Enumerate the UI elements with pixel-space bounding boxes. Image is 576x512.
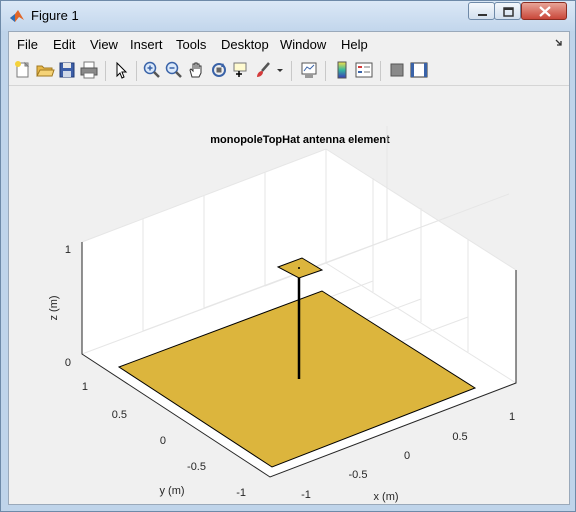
- zoom-in-icon[interactable]: [142, 60, 162, 80]
- figure-window: Figure 1 File Edit View Insert Tools Des…: [0, 0, 576, 512]
- menu-bar: File Edit View Insert Tools Desktop Wind…: [9, 32, 569, 56]
- menu-edit[interactable]: Edit: [53, 37, 75, 52]
- menu-file[interactable]: File: [17, 37, 38, 52]
- toolbar-separator: [380, 61, 381, 81]
- x-tick-label: -1: [301, 489, 311, 501]
- link-plot-icon[interactable]: [299, 60, 319, 80]
- maximize-icon: [503, 7, 514, 17]
- brush-icon[interactable]: [254, 60, 274, 80]
- legend-icon[interactable]: [354, 60, 374, 80]
- figure-client-area: File Edit View Insert Tools Desktop Wind…: [8, 31, 570, 505]
- x-tick-label: -0.5: [349, 469, 368, 481]
- hide-plot-tools-icon[interactable]: [387, 60, 407, 80]
- z-tick-label: 1: [65, 244, 71, 256]
- x-tick-label: 0.5: [452, 431, 467, 443]
- pan-icon[interactable]: [186, 60, 206, 80]
- close-button[interactable]: [521, 2, 567, 20]
- print-icon[interactable]: [79, 60, 99, 80]
- maximize-button[interactable]: [494, 2, 521, 20]
- x-axis-label: x (m): [373, 491, 398, 503]
- close-icon: [539, 6, 551, 17]
- menu-tools[interactable]: Tools: [176, 37, 206, 52]
- new-figure-icon[interactable]: [13, 60, 33, 80]
- toolbar-separator: [136, 61, 137, 81]
- rotate-3d-icon[interactable]: [209, 60, 229, 80]
- y-tick-label: 0.5: [112, 409, 127, 421]
- save-icon[interactable]: [57, 60, 77, 80]
- colorbar-icon[interactable]: [332, 60, 352, 80]
- top-hat-feed-point: [298, 267, 300, 269]
- axes-title: monopoleTopHat antenna element: [210, 134, 390, 146]
- y-tick-label: 0: [160, 435, 166, 447]
- dock-arrow-icon[interactable]: [555, 39, 563, 47]
- y-axis-label: y (m): [159, 485, 184, 497]
- minimize-button[interactable]: [468, 2, 495, 20]
- plot-area[interactable]: monopoleTopHat antenna element 0 1 z (m)…: [9, 86, 569, 504]
- menu-desktop[interactable]: Desktop: [221, 37, 269, 52]
- x-tick-label: 1: [509, 411, 515, 423]
- window-title: Figure 1: [31, 8, 79, 23]
- x-tick-label: 0: [404, 450, 410, 462]
- y-tick-label: 1: [82, 381, 88, 393]
- minimize-icon: [478, 14, 487, 16]
- matlab-logo-icon: [10, 10, 24, 22]
- z-axis-label: z (m): [48, 295, 60, 320]
- menu-window[interactable]: Window: [280, 37, 326, 52]
- menu-help[interactable]: Help: [341, 37, 368, 52]
- open-file-icon[interactable]: [35, 60, 55, 80]
- z-tick-label: 0: [65, 357, 71, 369]
- menu-view[interactable]: View: [90, 37, 118, 52]
- title-bar[interactable]: Figure 1: [1, 1, 575, 31]
- zoom-out-icon[interactable]: [164, 60, 184, 80]
- figure-toolbar: [9, 57, 569, 86]
- data-cursor-icon[interactable]: [231, 60, 251, 80]
- menu-insert[interactable]: Insert: [130, 37, 163, 52]
- y-tick-label: -0.5: [187, 461, 206, 473]
- pointer-icon[interactable]: [111, 60, 131, 80]
- y-tick-label: -1: [236, 487, 246, 499]
- toolbar-separator: [105, 61, 106, 81]
- toolbar-separator: [291, 61, 292, 81]
- show-plot-tools-icon[interactable]: [409, 60, 429, 80]
- toolbar-separator: [325, 61, 326, 81]
- brush-dropdown-icon[interactable]: [275, 60, 285, 80]
